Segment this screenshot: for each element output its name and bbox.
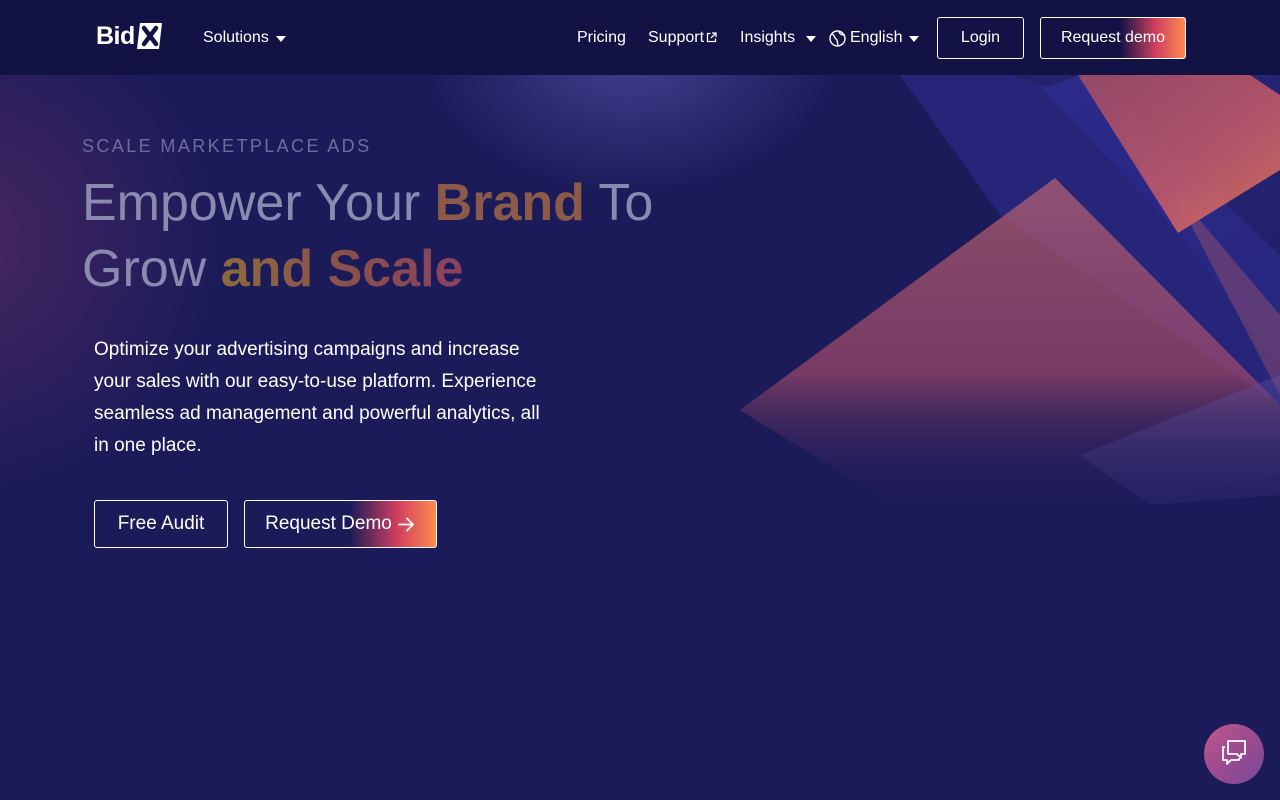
nav-language[interactable]: English (829, 26, 920, 50)
external-link-icon (706, 30, 717, 42)
nav-insights[interactable]: Insights (740, 26, 817, 50)
nav-pricing-label: Pricing (577, 29, 626, 46)
nav-insights-label: Insights (740, 29, 796, 46)
bidx-logo[interactable]: Bid (96, 21, 163, 51)
free-audit-button[interactable]: Free Audit (94, 500, 228, 548)
hero-section: SCALE MARKETPLACE ADS Empower Your Brand… (0, 75, 1280, 800)
headline-scale: and Scale (220, 240, 464, 298)
headline-brand: Brand (434, 174, 585, 232)
caret-down-icon (275, 35, 286, 42)
nav-solutions-label: Solutions (203, 29, 269, 46)
request-demo-hero-label: Request Demo (265, 513, 392, 534)
caret-down-icon (806, 35, 817, 42)
request-demo-nav-button[interactable]: Request demo (1040, 17, 1186, 59)
logo-text: Bid (96, 21, 135, 50)
caret-down-icon (909, 35, 920, 42)
hero-description: Optimize your advertising campaigns and … (94, 339, 540, 456)
nav-solutions[interactable]: Solutions (203, 26, 286, 50)
headline-part3: Grow (82, 240, 221, 298)
hero-headline: Empower Your Brand To Grow and Scale (82, 170, 722, 302)
globe-icon (829, 29, 846, 47)
request-demo-hero-button[interactable]: Request Demo (244, 500, 437, 548)
login-button[interactable]: Login (937, 17, 1024, 59)
logo-x-mark (136, 22, 163, 50)
arrow-right-icon (397, 515, 416, 534)
headline-part2: To (584, 174, 654, 232)
chat-bubbles-icon (1219, 737, 1249, 772)
nav-pricing[interactable]: Pricing (577, 26, 626, 50)
chat-launcher-button[interactable] (1204, 724, 1264, 784)
nav-support-label: Support (648, 29, 705, 46)
hero-eyebrow: SCALE MARKETPLACE ADS (82, 136, 372, 156)
top-navbar: Bid Solutions Pricing Support Insights E… (0, 0, 1280, 75)
headline-part1: Empower Your (82, 174, 435, 232)
nav-support[interactable]: Support (648, 26, 717, 50)
nav-language-label: English (850, 29, 903, 46)
